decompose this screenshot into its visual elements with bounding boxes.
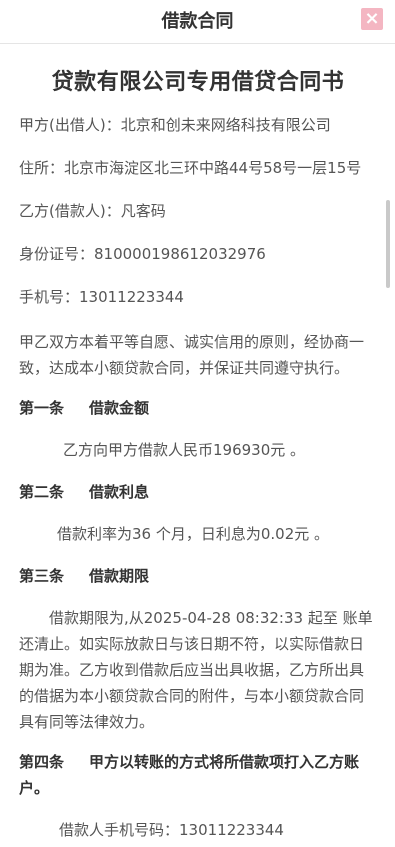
section-body: 借款利率为36 个月，日利息为0.02元 。 (57, 525, 330, 543)
address-field: 住所：北京市海淀区北三环中路44号58号一层15号 (19, 159, 362, 177)
section-title: 借款金额 (89, 399, 150, 417)
borrower-field: 乙方(借款人)：凡客码 (19, 202, 166, 220)
section-heading: 第三条 借款期限 (19, 563, 377, 589)
page-header: 借款合同 × (0, 0, 395, 44)
section-title: 借款利息 (89, 483, 150, 501)
section-body: 借款期限为,从2025-04-28 08:32:33 起至 账单还清止。如实际放… (19, 609, 373, 731)
section-title: 借款期限 (89, 567, 150, 585)
scrollbar-thumb[interactable] (386, 200, 390, 288)
section-heading: 第一条 借款金额 (19, 395, 377, 421)
section-heading: 第二条 借款利息 (19, 479, 377, 505)
close-button[interactable]: × (361, 8, 383, 30)
section-heading: 第四条 甲方以转账的方式将所借款项打入乙方账户。 (19, 749, 377, 801)
section-number: 第四条 (19, 753, 65, 771)
section-number: 第一条 (19, 399, 65, 417)
id-number-field: 身份证号：810000198612032976 (19, 245, 266, 263)
contract-content[interactable]: 贷款有限公司专用借贷合同书 甲方(出借人)：北京和创未来网络科技有限公司 住所：… (0, 44, 395, 847)
section-number: 第三条 (19, 567, 65, 585)
lender-field: 甲方(出借人)：北京和创未来网络科技有限公司 (19, 116, 331, 134)
page-title: 借款合同 (161, 11, 234, 32)
contract-title: 贷款有限公司专用借贷合同书 (51, 70, 345, 95)
section-number: 第二条 (19, 483, 65, 501)
section-body: 乙方向甲方借款人民币196930元 。 (63, 441, 306, 459)
phone-field: 手机号：13011223344 (19, 288, 184, 306)
section-body: 借款人手机号码：13011223344 (59, 821, 284, 839)
intro-paragraph: 甲乙双方本着平等自愿、诚实信用的原则，经协商一致，达成本小额贷款合同，并保证共同… (19, 333, 365, 377)
close-icon: × (364, 8, 380, 29)
